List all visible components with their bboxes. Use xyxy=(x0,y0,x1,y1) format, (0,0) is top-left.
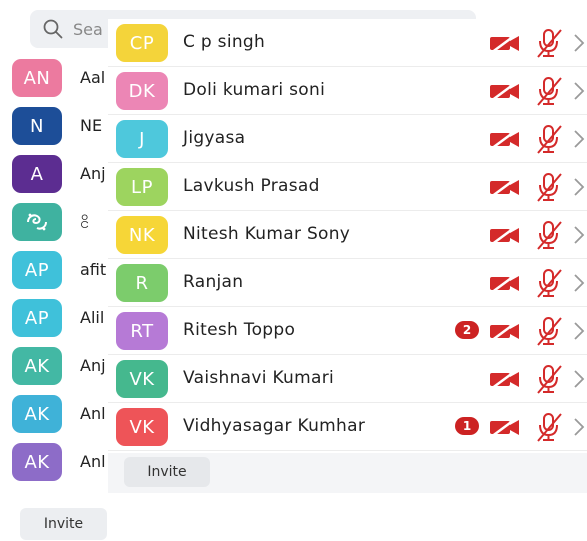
background-invite-button[interactable]: Invite xyxy=(20,508,107,540)
participant-row[interactable]: J Jigyasa xyxy=(108,115,587,163)
background-list-item[interactable]: ငိ xyxy=(0,198,120,246)
contact-name: Aal xyxy=(80,68,106,87)
mic-off-icon[interactable] xyxy=(534,363,564,395)
participant-name: Nitesh Kumar Sony xyxy=(183,224,351,244)
mic-off-icon[interactable] xyxy=(534,315,564,347)
avatar: LP xyxy=(116,168,168,206)
contact-name: Alil xyxy=(80,308,105,327)
chevron-right-icon[interactable] xyxy=(572,31,586,55)
background-list-item[interactable]: A Anj xyxy=(0,150,120,198)
participant-row[interactable]: LP Lavkush Prasad xyxy=(108,163,587,211)
chevron-right-icon[interactable] xyxy=(572,271,586,295)
invite-button[interactable]: Invite xyxy=(124,457,210,487)
avatar: VK xyxy=(116,408,168,446)
avatar: R xyxy=(116,264,168,302)
video-off-icon[interactable] xyxy=(488,319,522,343)
chevron-right-icon[interactable] xyxy=(572,367,586,391)
contact-name: ငိ xyxy=(80,213,89,232)
mic-off-icon[interactable] xyxy=(534,267,564,299)
video-off-icon[interactable] xyxy=(488,367,522,391)
video-off-icon[interactable] xyxy=(488,223,522,247)
chevron-right-icon[interactable] xyxy=(572,127,586,151)
contact-name: NE xyxy=(80,116,103,135)
participant-name: Doli kumari soni xyxy=(183,80,326,100)
participant-row[interactable]: VK Vidhyasagar Kumhar 1 xyxy=(108,403,587,451)
avatar: AK xyxy=(12,347,62,385)
participant-row[interactable]: DK Doli kumari soni xyxy=(108,67,587,115)
background-list-item[interactable]: AK Anl xyxy=(0,438,120,486)
mic-off-icon[interactable] xyxy=(534,219,564,251)
chevron-right-icon[interactable] xyxy=(572,415,586,439)
participants-panel: CP C p singh DK Doli kumari soni J Jigyasa LP L… xyxy=(108,19,587,493)
participant-row[interactable]: NK Nitesh Kumar Sony xyxy=(108,211,587,259)
participant-row[interactable]: CP C p singh xyxy=(108,19,587,67)
avatar: AK xyxy=(12,395,62,433)
avatar: AP xyxy=(12,299,62,337)
participant-name: Lavkush Prasad xyxy=(183,176,320,196)
mic-off-icon[interactable] xyxy=(534,75,564,107)
participant-row[interactable]: R Ranjan xyxy=(108,259,587,307)
chevron-right-icon[interactable] xyxy=(572,223,586,247)
video-off-icon[interactable] xyxy=(488,175,522,199)
video-off-icon[interactable] xyxy=(488,127,522,151)
chevron-right-icon[interactable] xyxy=(572,79,586,103)
participant-name: Ranjan xyxy=(183,272,244,292)
background-list-item[interactable]: AK Anl xyxy=(0,390,120,438)
video-off-icon[interactable] xyxy=(488,415,522,439)
mic-off-icon[interactable] xyxy=(534,27,564,59)
chevron-right-icon[interactable] xyxy=(572,319,586,343)
unread-count-badge: 1 xyxy=(455,417,479,435)
background-list-item[interactable]: N NE xyxy=(0,102,120,150)
participant-name: Jigyasa xyxy=(183,128,246,148)
background-list-item[interactable]: AP afit xyxy=(0,246,120,294)
avatar: CP xyxy=(116,24,168,62)
panel-footer: Invite xyxy=(108,453,587,493)
background-list-item[interactable]: AP Alil xyxy=(0,294,120,342)
avatar: RT xyxy=(116,312,168,350)
video-off-icon[interactable] xyxy=(488,271,522,295)
participant-row[interactable]: RT Ritesh Toppo 2 xyxy=(108,307,587,355)
background-list-item[interactable]: AN Aal xyxy=(0,54,120,102)
avatar: DK xyxy=(116,72,168,110)
search-icon xyxy=(43,19,63,39)
avatar: AP xyxy=(12,251,62,289)
avatar: J xyxy=(116,120,168,158)
search-input[interactable]: Sea xyxy=(73,20,103,39)
participant-name: Vaishnavi Kumari xyxy=(183,368,335,388)
video-off-icon[interactable] xyxy=(488,79,522,103)
contact-name: Anj xyxy=(80,356,106,375)
unread-count-badge: 2 xyxy=(455,321,479,339)
contact-name: Anl xyxy=(80,452,106,471)
mic-off-icon[interactable] xyxy=(534,171,564,203)
participant-name: C p singh xyxy=(183,32,266,52)
avatar: N xyxy=(12,107,62,145)
avatar: AN xyxy=(12,59,62,97)
avatar: VK xyxy=(116,360,168,398)
contact-name: Anj xyxy=(80,164,106,183)
mic-off-icon[interactable] xyxy=(534,411,564,443)
chevron-right-icon[interactable] xyxy=(572,175,586,199)
contact-name: afit xyxy=(80,260,107,279)
contact-name: Anl xyxy=(80,404,106,423)
mic-off-icon[interactable] xyxy=(534,123,564,155)
participant-name: Vidhyasagar Kumhar xyxy=(183,416,366,436)
avatar: NK xyxy=(116,216,168,254)
avatar: AK xyxy=(12,443,62,481)
participant-row[interactable]: VK Vaishnavi Kumari xyxy=(108,355,587,403)
swirl-logo-avatar xyxy=(12,203,62,241)
background-list-item[interactable]: AK Anj xyxy=(0,342,120,390)
participant-name: Ritesh Toppo xyxy=(183,320,296,340)
avatar: A xyxy=(12,155,62,193)
video-off-icon[interactable] xyxy=(488,31,522,55)
